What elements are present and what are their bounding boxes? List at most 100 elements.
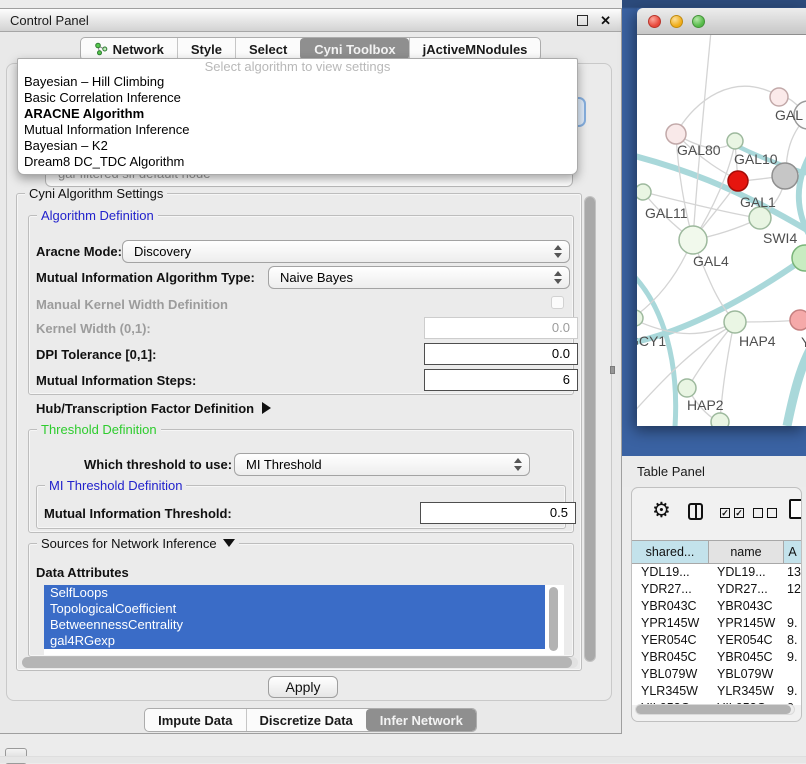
data-attributes-list: SelfLoopsTopologicalCoefficientBetweenne… — [44, 585, 564, 655]
node-label: GAL — [775, 107, 803, 123]
zoom-window-icon[interactable] — [692, 15, 705, 28]
attributes-list-scrollbar[interactable] — [549, 587, 558, 651]
dpi-tolerance-label: DPI Tolerance [0,1]: — [36, 347, 156, 362]
algorithm-definition-legend: Algorithm Definition — [37, 208, 158, 223]
table-cell — [784, 666, 801, 683]
tab-infer-network[interactable]: Infer Network — [366, 709, 476, 731]
network-node[interactable] — [666, 124, 686, 144]
aracne-mode-combobox[interactable]: Discovery — [122, 240, 570, 263]
mi-steps-field[interactable]: 6 — [424, 369, 578, 391]
table-cell: YPR145W — [709, 615, 784, 632]
table-row[interactable]: YBR045CYBR045C9. — [632, 649, 801, 666]
table-row[interactable]: YDR27...YDR27...12 — [632, 581, 801, 598]
control-panel-window: Control Panel ✕ NetworkStyleSelect Cyni T… — [0, 8, 622, 734]
table-row[interactable]: YER054CYER054C8. — [632, 632, 801, 649]
checked-box-icon: ✓ — [734, 508, 744, 518]
hub-definition-expander[interactable]: Hub/Transcription Factor Definition — [36, 401, 271, 416]
network-node[interactable] — [678, 379, 696, 397]
tab-label: Discretize Data — [260, 713, 353, 728]
node-label: GAL80 — [677, 142, 721, 158]
tab-jactivemnodules[interactable]: jActiveMNodules — [409, 38, 541, 60]
apply-button[interactable]: Apply — [268, 676, 338, 698]
network-node[interactable] — [770, 88, 788, 106]
table-row[interactable]: YBL079WYBL079W — [632, 666, 801, 683]
tab-label: Cyni Toolbox — [314, 42, 395, 57]
close-panel-icon[interactable]: ✕ — [600, 14, 611, 27]
table-cell: YBR043C — [709, 598, 784, 615]
table-row[interactable]: YDL19...YDL19...13 — [632, 564, 801, 581]
tab-style[interactable]: Style — [177, 38, 235, 60]
table-body: YDL19...YDL19...13YDR27...YDR27...12YBR0… — [632, 564, 801, 705]
kernel-width-field[interactable]: 0.0 — [424, 317, 578, 339]
threshold-definition-legend: Threshold Definition — [37, 422, 161, 437]
algorithm-option[interactable]: ARACNE Algorithm — [18, 106, 577, 122]
mi-steps-label: Mutual Information Steps: — [36, 373, 196, 388]
cyni-algorithm-settings-legend: Cyni Algorithm Settings — [25, 186, 167, 201]
tab-discretize-data[interactable]: Discretize Data — [246, 709, 366, 731]
settings-horizontal-scrollbar[interactable] — [22, 657, 578, 668]
document-icon[interactable] — [789, 499, 802, 519]
algorithm-option[interactable]: Dream8 DC_TDC Algorithm — [18, 154, 577, 170]
network-node[interactable] — [637, 184, 651, 200]
gear-icon[interactable]: ⚙ — [652, 500, 671, 521]
split-columns-icon[interactable] — [688, 503, 703, 520]
column-header[interactable]: A — [784, 541, 801, 563]
algorithm-dropdown-items: Bayesian – Hill ClimbingBasic Correlatio… — [18, 74, 577, 170]
data-attribute-item[interactable]: TopologicalCoefficient — [44, 601, 545, 617]
algorithm-option[interactable]: Bayesian – K2 — [18, 138, 577, 154]
settings-vertical-scrollbar[interactable] — [584, 196, 596, 662]
node-label: GAL10 — [734, 151, 778, 167]
column-header[interactable]: shared... — [632, 541, 709, 563]
data-attribute-item[interactable]: SelfLoops — [44, 585, 545, 601]
tab-network[interactable]: Network — [81, 38, 177, 60]
table-cell: YBR043C — [632, 598, 709, 615]
data-attribute-item[interactable]: gal4RGexp — [44, 633, 545, 649]
close-window-icon[interactable] — [648, 15, 661, 28]
network-node[interactable] — [749, 207, 771, 229]
float-panel-icon[interactable] — [577, 15, 588, 26]
bottom-tab-strip: Impute Data Discretize Data Infer Network — [0, 708, 621, 732]
tab-select[interactable]: Select — [235, 38, 300, 60]
table-row[interactable]: YBR043CYBR043C — [632, 598, 801, 615]
node-label: HAP2 — [687, 397, 724, 413]
algorithm-dropdown-list: Select algorithm to view settings Bayesi… — [17, 58, 578, 175]
table-row[interactable]: YLR345WYLR345W9. — [632, 683, 801, 700]
mi-algorithm-type-combobox[interactable]: Naive Bayes — [268, 266, 570, 289]
network-canvas[interactable]: GALGAL80GAL10GAL1GAL11SWI4GAL4GCY1HAP4YH… — [637, 35, 806, 426]
network-node[interactable] — [724, 311, 746, 333]
control-panel-titlebar: Control Panel ✕ — [0, 9, 621, 32]
network-node[interactable] — [790, 310, 806, 330]
column-header[interactable]: name — [709, 541, 784, 563]
table-row[interactable]: YPR145WYPR145W9. — [632, 615, 801, 632]
network-node[interactable] — [679, 226, 707, 254]
sources-legend-expander[interactable]: Sources for Network Inference — [37, 536, 239, 551]
which-threshold-combobox[interactable]: MI Threshold — [234, 453, 530, 476]
manual-kernel-width-checkbox[interactable] — [551, 296, 564, 309]
combo-arrows-icon — [554, 245, 561, 259]
network-node[interactable] — [728, 171, 748, 191]
network-node[interactable] — [711, 413, 729, 426]
deselect-all-columns-icon[interactable] — [753, 508, 777, 518]
data-attribute-item[interactable]: BetweennessCentrality — [44, 617, 545, 633]
mi-threshold-field[interactable]: 0.5 — [420, 502, 576, 524]
aracne-mode-label: Aracne Mode: — [36, 244, 122, 259]
split-pane-grip[interactable] — [610, 366, 615, 374]
which-threshold-value: MI Threshold — [246, 457, 322, 472]
node-label: GAL4 — [693, 253, 729, 269]
table-cell: YLR345W — [632, 683, 709, 700]
algorithm-option[interactable]: Basic Correlation Inference — [18, 90, 577, 106]
dpi-tolerance-field[interactable]: 0.0 — [424, 343, 578, 365]
algorithm-option[interactable]: Mutual Information Inference — [18, 122, 577, 138]
table-cell: YER054C — [632, 632, 709, 649]
tab-impute-data[interactable]: Impute Data — [145, 709, 245, 731]
table-cell: 8. — [784, 632, 801, 649]
network-window-titlebar[interactable] — [637, 8, 806, 35]
table-cell: 12 — [784, 581, 801, 598]
select-all-columns-icon[interactable]: ✓ ✓ — [720, 508, 744, 518]
minimize-window-icon[interactable] — [670, 15, 683, 28]
algorithm-option[interactable]: Bayesian – Hill Climbing — [18, 74, 577, 90]
tab-cyni-toolbox[interactable]: Cyni Toolbox — [300, 38, 408, 60]
table-horizontal-scrollbar[interactable] — [635, 704, 795, 715]
network-node[interactable] — [727, 133, 743, 149]
bottom-tab-group: Impute Data Discretize Data Infer Network — [144, 708, 477, 732]
